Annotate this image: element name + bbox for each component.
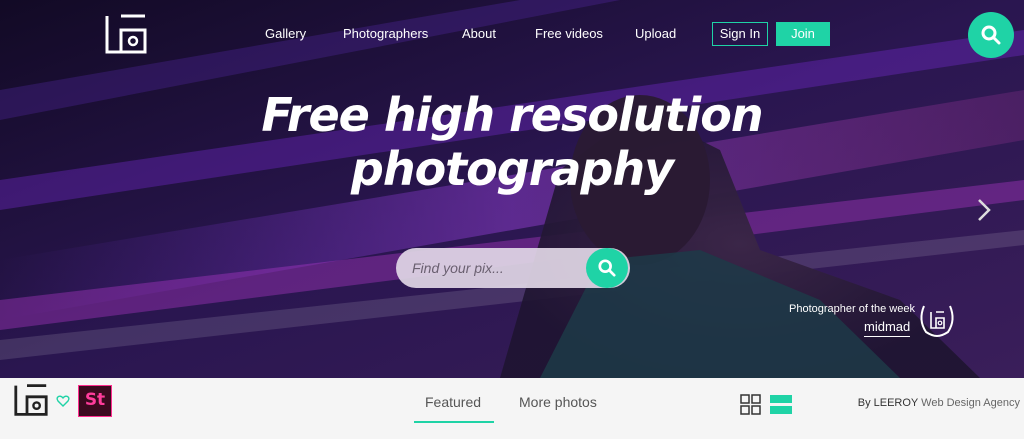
search-input[interactable] [396,248,586,288]
photographer-of-week-name[interactable]: midmad [864,319,911,337]
search-icon [598,259,616,277]
hero-headline: Free high resolution photography [0,88,1024,196]
bottom-toolbar: St Featured More photos By LEEROY Web De… [0,378,1024,439]
credit-by: By LEEROY [857,397,919,409]
grid-view-icon[interactable] [740,394,761,415]
hero-section: Gallery Photographers About Free videos … [0,0,1024,378]
search-submit-button[interactable] [586,248,628,288]
headline-line-2: photography [350,142,674,196]
logo-icon[interactable] [14,384,48,416]
credit-agency: Web Design Agency [921,397,1020,409]
join-button[interactable]: Join [776,22,830,46]
credit-text[interactable]: By LEEROY Web Design Agency [858,397,1020,409]
main-nav: Gallery Photographers About Free videos … [0,22,1024,46]
chevron-right-icon[interactable] [974,197,994,223]
nav-free-videos[interactable]: Free videos [535,26,603,41]
stock-badge[interactable]: St [78,385,112,417]
headline-line-1: Free high resolution [261,88,763,142]
nav-upload[interactable]: Upload [635,26,676,41]
tab-featured[interactable]: Featured [425,394,481,410]
sign-in-button[interactable]: Sign In [712,22,768,46]
nav-photographers[interactable]: Photographers [343,26,428,41]
heart-icon[interactable] [56,394,70,408]
tab-more-photos[interactable]: More photos [519,394,597,410]
nav-about[interactable]: About [462,26,496,41]
active-tab-indicator [414,421,494,423]
list-view-icon[interactable] [770,394,792,415]
laurel-badge-icon [916,302,958,338]
nav-gallery[interactable]: Gallery [265,26,306,41]
photographer-of-week-label: Photographer of the week [789,303,915,315]
search-icon[interactable] [968,12,1014,58]
